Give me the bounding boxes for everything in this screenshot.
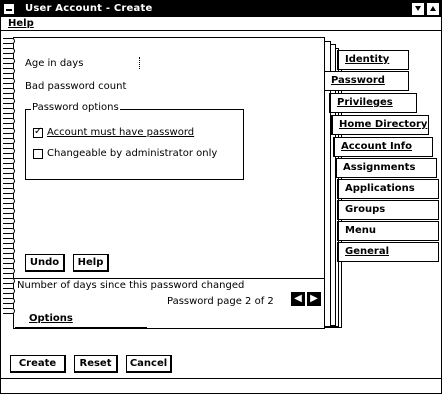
tab-applications[interactable]: Applications [337, 179, 439, 199]
tab-assignments-label: Assignments [343, 162, 416, 173]
maximize-icon[interactable] [426, 2, 440, 16]
bad-password-count-label: Bad password count [25, 81, 127, 92]
binding-ring [3, 78, 15, 84]
binding-ring [3, 138, 15, 144]
minimize-icon[interactable] [411, 2, 425, 16]
binding-ring [3, 68, 15, 74]
binding-ring [3, 58, 15, 64]
binding-ring [3, 298, 15, 304]
binding-ring [3, 258, 15, 264]
tab-options-label: Options [29, 313, 73, 324]
tab-assignments[interactable]: Assignments [335, 158, 437, 178]
tab-privileges[interactable]: Privileges [329, 93, 417, 113]
age-in-days-label: Age in days [25, 58, 84, 69]
create-button[interactable]: Create [10, 355, 66, 373]
user-account-window: User Account - Create Help Identity Pass… [0, 0, 442, 394]
menu-bar: Help [1, 17, 441, 31]
page-indicator: Password page 2 of 2 [167, 296, 274, 307]
tab-identity[interactable]: Identity [337, 50, 409, 70]
binding-ring [3, 228, 15, 234]
changeable-by-admin-checkbox[interactable] [33, 149, 43, 159]
binding-ring [3, 188, 15, 194]
binding-ring [3, 248, 15, 254]
binding-ring [3, 288, 15, 294]
binding-ring [3, 48, 15, 54]
must-have-password-checkbox[interactable] [33, 126, 43, 138]
tab-password[interactable]: Password [325, 71, 409, 91]
tab-menu[interactable]: Menu [337, 221, 439, 241]
tab-privileges-label: Privileges [337, 97, 393, 108]
title-bar[interactable]: User Account - Create [1, 1, 441, 17]
password-options-group: Password options Account must have passw… [25, 102, 244, 180]
tab-menu-label: Menu [345, 225, 376, 236]
tab-identity-label: Identity [345, 54, 390, 65]
status-separator [13, 278, 325, 279]
tab-applications-label: Applications [345, 183, 415, 194]
must-have-password-label[interactable]: Account must have password [47, 127, 194, 138]
binding-ring [3, 98, 15, 104]
status-bar [1, 378, 441, 379]
binding-ring [3, 178, 15, 184]
binding-ring [3, 158, 15, 164]
system-menu-icon[interactable] [3, 3, 15, 15]
notebook-binding [3, 38, 15, 318]
tab-groups-label: Groups [345, 204, 386, 215]
changeable-by-admin-label[interactable]: Changeable by administrator only [47, 148, 217, 159]
tab-home-directory[interactable]: Home Directory [331, 115, 429, 135]
cancel-button[interactable]: Cancel [126, 355, 172, 373]
undo-button[interactable]: Undo [25, 254, 65, 272]
tab-general[interactable]: General [337, 242, 439, 262]
binding-ring [3, 308, 15, 314]
binding-ring [3, 108, 15, 114]
status-description: Number of days since this password chang… [17, 280, 245, 291]
binding-ring [3, 238, 15, 244]
previous-page-arrow-icon[interactable]: ◀ [291, 292, 305, 306]
tab-general-label: General [345, 246, 389, 257]
age-in-days-field[interactable] [139, 57, 140, 69]
reset-button[interactable]: Reset [74, 355, 118, 373]
binding-ring [3, 208, 15, 214]
next-page-arrow-icon[interactable]: ▶ [307, 292, 321, 306]
tab-groups[interactable]: Groups [337, 200, 439, 220]
tab-home-directory-label: Home Directory [339, 119, 428, 130]
binding-ring [3, 168, 15, 174]
binding-ring [3, 268, 15, 274]
binding-ring [3, 218, 15, 224]
binding-ring [3, 38, 15, 44]
binding-ring [3, 118, 15, 124]
binding-ring [3, 88, 15, 94]
help-button[interactable]: Help [73, 254, 109, 272]
window-title: User Account - Create [25, 3, 153, 14]
tab-options[interactable]: Options [15, 310, 147, 328]
tab-password-label: Password [331, 75, 385, 86]
binding-ring [3, 148, 15, 154]
menu-help[interactable]: Help [8, 18, 34, 29]
tab-account-info-label: Account Info [341, 141, 413, 152]
tab-account-info[interactable]: Account Info [333, 137, 433, 157]
password-options-title: Password options [31, 102, 120, 113]
binding-ring [3, 128, 15, 134]
binding-ring [3, 198, 15, 204]
